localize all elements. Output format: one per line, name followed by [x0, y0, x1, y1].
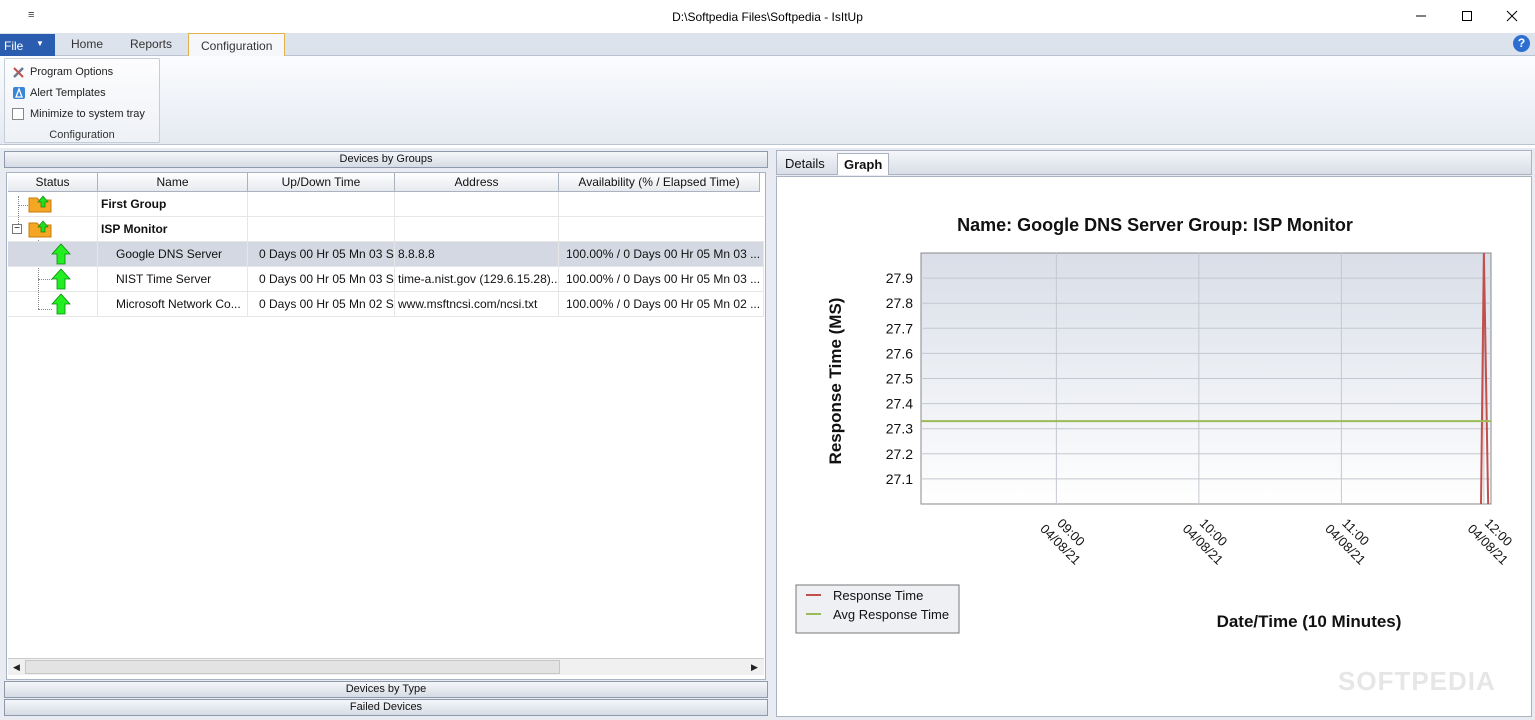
minimize-icon — [1416, 15, 1426, 17]
group-row-isp-monitor[interactable]: ISP Monitor — [8, 217, 764, 242]
scroll-right-icon[interactable]: ▶ — [747, 660, 762, 675]
device-updown: 0 Days 00 Hr 05 Mn 03 S... — [248, 267, 395, 292]
column-status[interactable]: Status — [8, 173, 98, 192]
device-availability: 100.00% / 0 Days 00 Hr 05 Mn 03 ... — [559, 267, 764, 292]
devices-by-type-header[interactable]: Devices by Type — [4, 681, 768, 698]
chevron-down-icon: ▼ — [36, 39, 44, 48]
status-up-arrow-icon — [51, 243, 71, 265]
column-address[interactable]: Address — [395, 173, 559, 192]
horizontal-scrollbar[interactable]: ◀ ▶ — [8, 658, 764, 675]
scrollbar-thumb[interactable] — [25, 660, 560, 674]
minimize-tray-label: Minimize to system tray — [30, 108, 145, 120]
configuration-group: Program Options Alert Templates Minimize… — [4, 58, 160, 143]
updown-cell — [248, 217, 395, 242]
status-up-arrow-icon — [51, 293, 71, 315]
device-address: www.msftncsi.com/ncsi.txt — [395, 292, 559, 317]
device-row[interactable]: Microsoft Network Co... 0 Days 00 Hr 05 … — [8, 292, 764, 317]
minimize-tray-checkbox[interactable]: Minimize to system tray — [12, 108, 145, 120]
address-cell — [395, 217, 559, 242]
tools-icon — [13, 67, 24, 78]
ribbon-tab-row: File ▼ Home Reports Configuration ? — [0, 33, 1535, 56]
address-cell — [395, 192, 559, 217]
legend-label: Avg Response Time — [833, 607, 949, 622]
column-availability[interactable]: Availability (% / Elapsed Time) — [559, 173, 760, 192]
detail-panel: Details Graph Name: Google DNS Server Gr… — [772, 148, 1535, 720]
tab-reports[interactable]: Reports — [130, 37, 172, 51]
device-address: 8.8.8.8 — [395, 242, 559, 267]
tab-home[interactable]: Home — [71, 37, 103, 51]
close-icon — [1506, 10, 1518, 22]
window-title: D:\Softpedia Files\Softpedia - IsItUp — [672, 10, 863, 24]
graph-area: Name: Google DNS Server Group: ISP Monit… — [776, 176, 1532, 717]
maximize-icon — [1462, 11, 1472, 21]
program-options-button[interactable]: Program Options — [12, 65, 113, 79]
x-tick-label: 09:0004/08/21 — [1037, 516, 1088, 568]
status-cell — [8, 192, 98, 217]
y-tick-label: 27.8 — [886, 295, 913, 311]
device-row[interactable]: Google DNS Server 0 Days 00 Hr 05 Mn 03 … — [8, 242, 764, 267]
tab-details[interactable]: Details — [779, 153, 831, 175]
file-menu-button[interactable]: File ▼ — [0, 34, 55, 56]
minimize-button[interactable] — [1398, 0, 1444, 32]
y-tick-label: 27.6 — [886, 345, 913, 361]
x-tick-label: 10:0004/08/21 — [1180, 516, 1231, 568]
x-tick-label: 12:0004/08/21 — [1465, 516, 1516, 568]
program-options-label: Program Options — [30, 66, 114, 78]
device-name: Google DNS Server — [98, 242, 248, 267]
ribbon-panel: Program Options Alert Templates Minimize… — [0, 56, 1535, 145]
device-updown: 0 Days 00 Hr 05 Mn 02 S... — [248, 292, 395, 317]
group-label: Configuration — [49, 129, 115, 141]
tab-configuration[interactable]: Configuration — [188, 33, 286, 56]
alert-templates-button[interactable]: Alert Templates — [12, 86, 106, 100]
watermark: SOFTPEDIA — [1338, 666, 1496, 696]
tab-graph[interactable]: Graph — [837, 153, 890, 175]
updown-cell — [248, 192, 395, 217]
title-bar: ≡ D:\Softpedia Files\Softpedia - IsItUp — [0, 0, 1535, 33]
x-axis-label: Date/Time (10 Minutes) — [1217, 612, 1402, 631]
device-name: NIST Time Server — [98, 267, 248, 292]
y-axis-label: Response Time (MS) — [826, 298, 845, 465]
collapse-toggle[interactable]: − — [12, 224, 22, 234]
y-tick-label: 27.7 — [886, 320, 913, 336]
y-tick-label: 27.1 — [886, 471, 913, 487]
legend-label: Response Time — [833, 588, 923, 603]
group-name: First Group — [98, 192, 248, 217]
y-tick-label: 27.5 — [886, 371, 913, 387]
device-updown: 0 Days 00 Hr 05 Mn 03 S... — [248, 242, 395, 267]
file-menu-label: File — [4, 39, 24, 53]
folder-up-icon — [28, 195, 52, 213]
maximize-button[interactable] — [1444, 0, 1490, 32]
alert-template-icon — [13, 87, 25, 99]
close-button[interactable] — [1489, 0, 1535, 32]
y-tick-label: 27.9 — [886, 270, 913, 286]
device-row[interactable]: NIST Time Server 0 Days 00 Hr 05 Mn 03 S… — [8, 267, 764, 292]
scroll-left-icon[interactable]: ◀ — [9, 660, 24, 675]
group-name: ISP Monitor — [98, 217, 248, 242]
detail-tab-strip: Details Graph — [776, 150, 1532, 175]
y-tick-label: 27.2 — [886, 446, 913, 462]
x-tick-label: 11:0004/08/21 — [1322, 516, 1372, 568]
status-up-arrow-icon — [51, 268, 71, 290]
folder-up-icon — [28, 220, 52, 238]
group-row-first-group[interactable]: First Group — [8, 192, 764, 217]
legend: Response Time Avg Response Time — [795, 584, 960, 634]
y-tick-label: 27.3 — [886, 421, 913, 437]
response-time-chart: 27.1 27.2 27.3 27.4 27.5 27.6 27.7 27.8 27.9 09:… — [795, 252, 1516, 634]
column-updown-time[interactable]: Up/Down Time — [248, 173, 395, 192]
failed-devices-header[interactable]: Failed Devices — [4, 699, 768, 716]
column-name[interactable]: Name — [98, 173, 248, 192]
device-address: time-a.nist.gov (129.6.15.28)... — [395, 267, 559, 292]
device-availability: 100.00% / 0 Days 00 Hr 05 Mn 03 ... — [559, 242, 764, 267]
y-tick-label: 27.4 — [886, 396, 913, 412]
device-availability: 100.00% / 0 Days 00 Hr 05 Mn 02 ... — [559, 292, 764, 317]
device-name: Microsoft Network Co... — [98, 292, 248, 317]
checkbox-icon[interactable] — [12, 108, 24, 120]
alert-templates-label: Alert Templates — [30, 87, 106, 99]
help-icon[interactable]: ? — [1513, 35, 1530, 52]
devices-by-groups-header[interactable]: Devices by Groups — [4, 151, 768, 168]
